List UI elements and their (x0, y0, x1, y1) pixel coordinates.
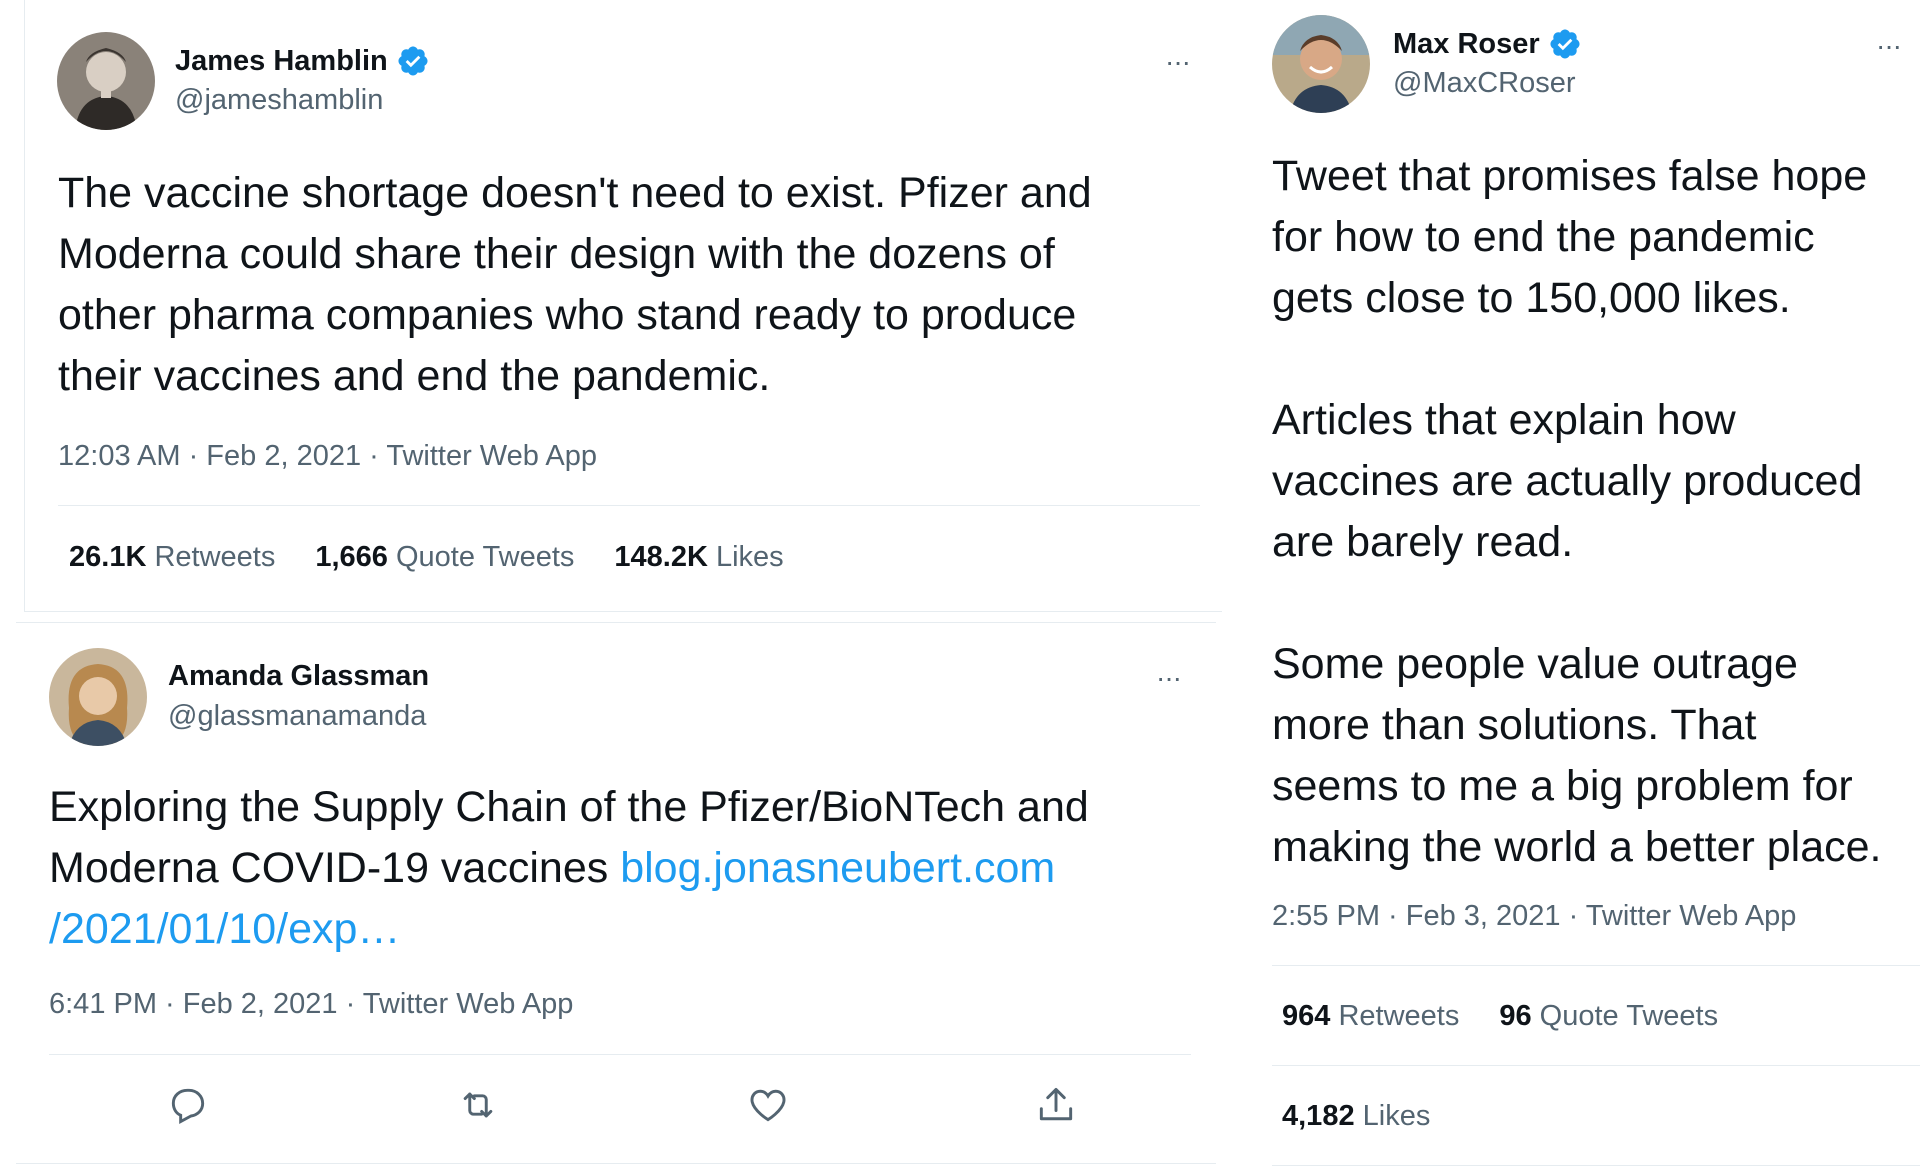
quote-tweets-stat[interactable]: 1,666 Quote Tweets (315, 541, 574, 574)
divider (1272, 1065, 1920, 1066)
avatar[interactable] (1272, 15, 1370, 113)
handle[interactable]: @jameshamblin (175, 84, 383, 117)
divider (49, 1054, 1191, 1055)
engagement-stats: 4,182 Likes (1282, 1100, 1430, 1133)
verified-badge-icon (1550, 29, 1580, 59)
divider (16, 1163, 1216, 1164)
share-icon[interactable] (1034, 1083, 1078, 1127)
display-name[interactable]: James Hamblin (175, 45, 388, 78)
retweet-icon[interactable] (456, 1083, 500, 1127)
handle[interactable]: @MaxCRoser (1393, 67, 1576, 100)
like-icon[interactable] (746, 1083, 790, 1127)
avatar[interactable] (49, 648, 147, 746)
reply-icon[interactable] (166, 1083, 210, 1127)
tweet-text: The vaccine shortage doesn't need to exi… (58, 169, 1092, 400)
display-name[interactable]: Amanda Glassman (168, 660, 429, 693)
tweet-card-hamblin[interactable]: James Hamblin @jameshamblin ··· The vacc… (24, 0, 1224, 612)
tweet-timestamp[interactable]: 12:03 AM · Feb 2, 2021 · Twitter Web App (58, 440, 597, 473)
divider (1272, 965, 1920, 966)
tweet-card-roser[interactable]: Max Roser @MaxCRoser ··· Tweet that prom… (1222, 0, 1930, 1172)
verified-badge-icon (398, 46, 428, 76)
tweet-timestamp[interactable]: 6:41 PM · Feb 2, 2021 · Twitter Web App (49, 988, 573, 1021)
engagement-stats: 964 Retweets 96 Quote Tweets (1282, 1000, 1718, 1033)
quote-tweets-stat[interactable]: 96 Quote Tweets (1499, 1000, 1718, 1033)
avatar[interactable] (57, 32, 155, 130)
tweet-text: Exploring the Supply Chain of the Pfizer… (49, 783, 1089, 953)
more-options-icon[interactable]: ··· (1165, 48, 1191, 76)
handle[interactable]: @glassmanamanda (168, 700, 426, 733)
tweet-text: Tweet that promises false hope for how t… (1272, 152, 1882, 871)
retweets-stat[interactable]: 964 Retweets (1282, 1000, 1459, 1033)
more-options-icon[interactable]: ··· (1876, 32, 1902, 60)
display-name[interactable]: Max Roser (1393, 28, 1540, 61)
engagement-stats: 26.1K Retweets 1,666 Quote Tweets 148.2K… (69, 541, 784, 574)
tweet-timestamp[interactable]: 2:55 PM · Feb 3, 2021 · Twitter Web App (1272, 900, 1796, 933)
more-options-icon[interactable]: ··· (1156, 664, 1182, 692)
retweets-stat[interactable]: 26.1K Retweets (69, 541, 275, 574)
divider (1272, 1165, 1920, 1166)
likes-stat[interactable]: 148.2K Likes (614, 541, 783, 574)
likes-stat[interactable]: 4,182 Likes (1282, 1100, 1430, 1133)
tweet-card-glassman[interactable]: Amanda Glassman @glassmanamanda ··· Expl… (16, 622, 1216, 1172)
divider (58, 505, 1200, 506)
